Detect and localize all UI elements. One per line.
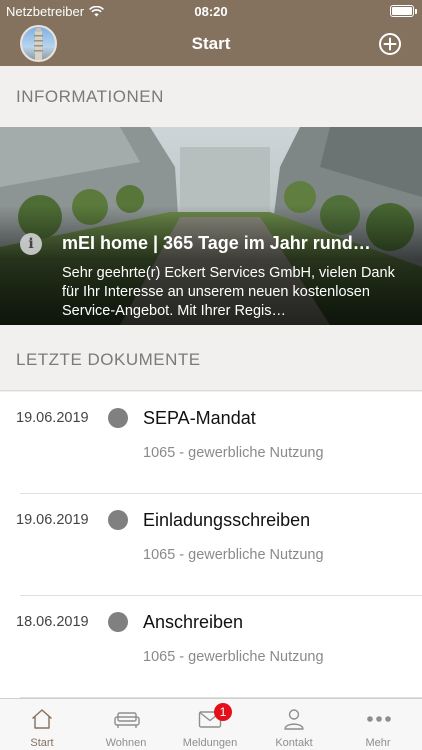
battery-icon — [390, 5, 417, 17]
status-dot-icon — [108, 612, 128, 632]
list-item[interactable]: 19.06.2019 SEPA-Mandat 1065 - gewerblich… — [0, 392, 422, 494]
tab-meldungen[interactable]: 1 Meldungen — [168, 699, 252, 750]
tab-label: Meldungen — [182, 737, 238, 749]
document-date: 19.06.2019 — [16, 410, 89, 426]
list-item[interactable]: 18.06.2019 Anschreiben 1065 - gewerblich… — [0, 596, 422, 698]
notification-badge: 1 — [214, 703, 232, 721]
document-subtitle: 1065 - gewerbliche Nutzung — [143, 649, 324, 665]
page-title: Start — [191, 34, 231, 53]
tab-label: Start — [30, 737, 54, 749]
document-name: SEPA-Mandat — [143, 408, 256, 428]
info-icon: i — [20, 233, 42, 255]
tab-start[interactable]: Start — [0, 699, 84, 750]
news-card[interactable]: i mEI home | 365 Tage im Jahr rund… Sehr… — [0, 127, 422, 325]
news-title: mEI home | 365 Tage im Jahr rund… — [62, 233, 371, 253]
tab-mehr[interactable]: Mehr — [336, 699, 420, 750]
document-name: Einladungsschreiben — [143, 510, 311, 530]
news-excerpt: Sehr geehrte(r) Eckert Services GmbH, vi… — [62, 265, 395, 319]
tab-bar: Start Wohnen 1 Meldungen Kontakt Mehr — [0, 698, 422, 750]
house-icon — [32, 709, 52, 729]
status-bar: Netzbetreiber 08:20 — [0, 0, 422, 22]
status-dot-icon — [108, 408, 128, 428]
add-circle-icon[interactable] — [378, 32, 402, 56]
tab-kontakt[interactable]: Kontakt — [252, 699, 336, 750]
list-item[interactable]: 19.06.2019 Einladungsschreiben 1065 - ge… — [0, 494, 422, 596]
nav-bar: Start — [0, 22, 422, 66]
person-icon — [284, 709, 304, 730]
sofa-icon — [114, 712, 140, 728]
status-dot-icon — [108, 510, 128, 530]
document-date: 18.06.2019 — [16, 614, 89, 630]
more-dots-icon — [367, 716, 391, 722]
document-subtitle: 1065 - gewerbliche Nutzung — [143, 445, 324, 461]
document-date: 19.06.2019 — [16, 512, 89, 528]
section-header-letzte-dokumente: LETZTE DOKUMENTE — [0, 325, 422, 391]
section-header-informationen: INFORMATIONEN — [0, 66, 422, 127]
document-list: 19.06.2019 SEPA-Mandat 1065 - gewerblich… — [0, 392, 422, 698]
clock: 08:20 — [194, 4, 228, 19]
tab-wohnen[interactable]: Wohnen — [84, 699, 168, 750]
document-subtitle: 1065 - gewerbliche Nutzung — [143, 547, 324, 563]
tab-label: Mehr — [365, 737, 391, 749]
document-name: Anschreiben — [143, 612, 244, 632]
tab-label: Kontakt — [275, 737, 313, 749]
tab-label: Wohnen — [105, 737, 147, 749]
